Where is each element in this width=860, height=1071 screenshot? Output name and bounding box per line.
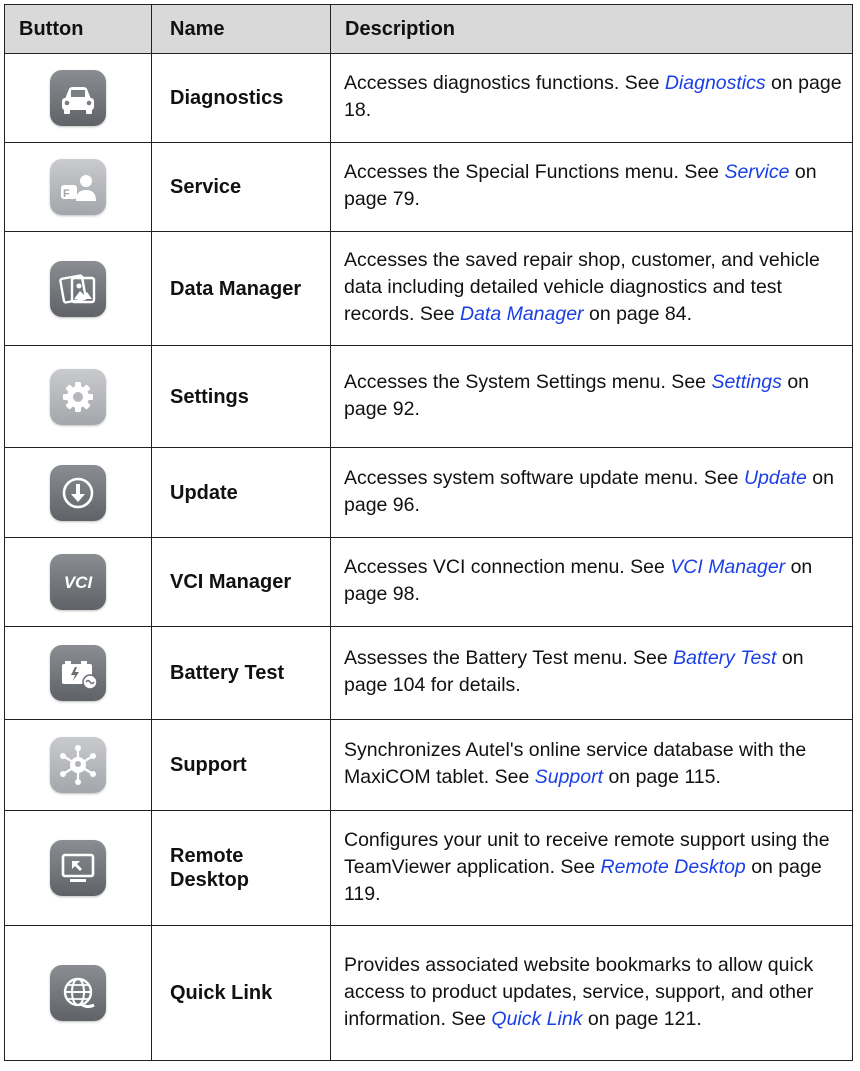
row-description: Accesses the Special Functions menu. See… bbox=[330, 142, 853, 232]
data-manager-link[interactable]: Data Manager bbox=[460, 303, 584, 325]
table-row: Settings Accesses the System Settings me… bbox=[4, 345, 853, 448]
header-name: Name bbox=[151, 4, 331, 54]
row-name: Remote Desktop bbox=[151, 810, 331, 926]
table-row: Support Synchronizes Autel's online serv… bbox=[4, 719, 853, 811]
service-person-icon: F bbox=[50, 159, 106, 215]
row-name: Settings bbox=[151, 345, 331, 448]
row-name: Battery Test bbox=[151, 626, 331, 720]
network-hub-icon bbox=[50, 737, 106, 793]
settings-link[interactable]: Settings bbox=[711, 371, 781, 393]
table-row: VCI VCI Manager Accesses VCI connection … bbox=[4, 537, 853, 627]
update-link[interactable]: Update bbox=[744, 467, 807, 489]
car-icon bbox=[50, 70, 106, 126]
row-name: VCI Manager bbox=[151, 537, 331, 627]
row-name: Update bbox=[151, 447, 331, 538]
gear-icon bbox=[50, 368, 106, 425]
row-name: Quick Link bbox=[151, 925, 331, 1061]
row-description: Accesses diagnostics functions. See Diag… bbox=[330, 53, 853, 143]
header-button: Button bbox=[4, 4, 152, 54]
download-arrow-icon bbox=[50, 464, 106, 521]
row-description: Accesses VCI connection menu. See VCI Ma… bbox=[330, 537, 853, 627]
table-row: Remote Desktop Configures your unit to r… bbox=[4, 810, 853, 926]
row-description: Synchronizes Autel's online service data… bbox=[330, 719, 853, 811]
row-name: Service bbox=[151, 142, 331, 232]
table-row: Quick Link Provides associated website b… bbox=[4, 925, 853, 1061]
table-row: Data Manager Accesses the saved repair s… bbox=[4, 231, 853, 346]
table-row: Diagnostics Accesses diagnostics functio… bbox=[4, 53, 853, 143]
photos-icon bbox=[50, 260, 106, 317]
vci-icon: VCI bbox=[50, 554, 106, 610]
table-row: Update Accesses system software update m… bbox=[4, 447, 853, 538]
row-description: Accesses the saved repair shop, customer… bbox=[330, 231, 853, 346]
row-description: Assesses the Battery Test menu. See Batt… bbox=[330, 626, 853, 720]
svg-text:F: F bbox=[63, 188, 70, 200]
header-description: Description bbox=[330, 4, 853, 54]
remote-desktop-link[interactable]: Remote Desktop bbox=[601, 856, 746, 878]
service-link[interactable]: Service bbox=[724, 161, 789, 183]
table-row: Battery Test Assesses the Battery Test m… bbox=[4, 626, 853, 720]
support-link[interactable]: Support bbox=[535, 766, 603, 788]
vci-manager-link[interactable]: VCI Manager bbox=[670, 556, 785, 578]
table-header-row: Button Name Description bbox=[4, 4, 853, 54]
battery-icon bbox=[50, 645, 106, 701]
row-name: Data Manager bbox=[151, 231, 331, 346]
battery-test-link[interactable]: Battery Test bbox=[673, 647, 776, 669]
svg-text:VCI: VCI bbox=[64, 573, 94, 592]
function-buttons-table: Button Name Description Diagnostics Acce… bbox=[4, 4, 853, 1061]
row-description: Accesses system software update menu. Se… bbox=[330, 447, 853, 538]
row-description: Configures your unit to receive remote s… bbox=[330, 810, 853, 926]
monitor-icon bbox=[50, 840, 106, 896]
row-name: Diagnostics bbox=[151, 53, 331, 143]
row-description: Provides associated website bookmarks to… bbox=[330, 925, 853, 1061]
quick-link-link[interactable]: Quick Link bbox=[491, 1008, 582, 1030]
table-row: F Service Accesses the Special Functions… bbox=[4, 142, 853, 232]
globe-link-icon bbox=[50, 965, 106, 1021]
row-description: Accesses the System Settings menu. See S… bbox=[330, 345, 853, 448]
row-name: Support bbox=[151, 719, 331, 811]
diagnostics-link[interactable]: Diagnostics bbox=[665, 72, 766, 94]
